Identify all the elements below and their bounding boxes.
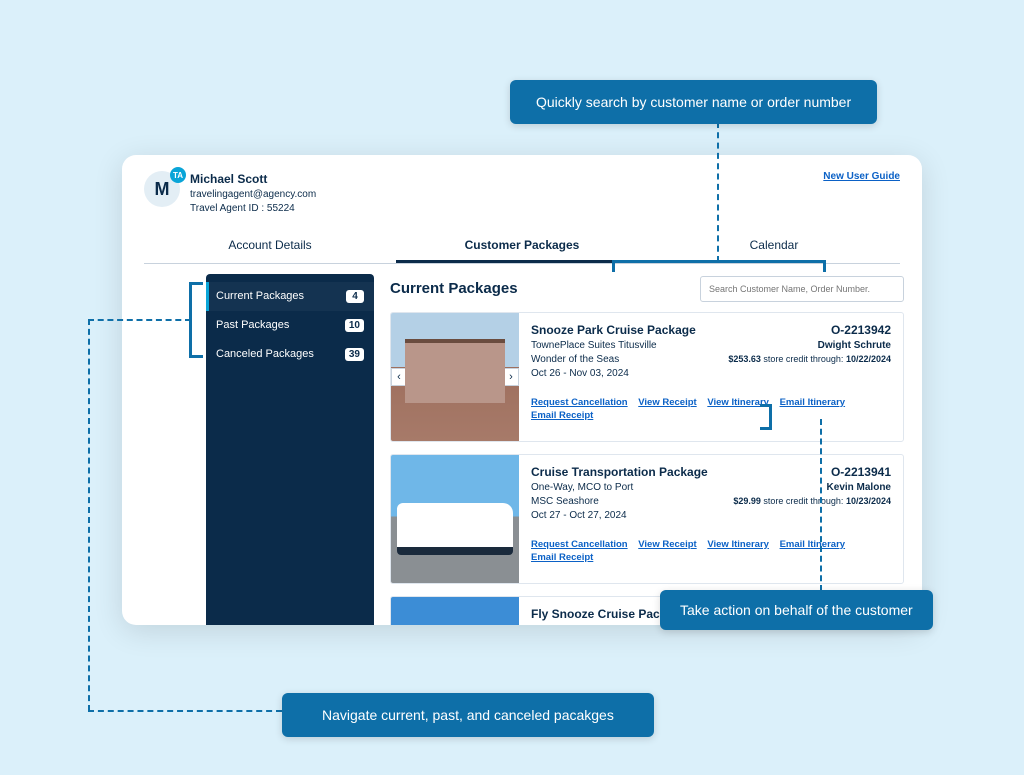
connector-actions-a <box>820 419 822 591</box>
main-panel: Current Packages ‹ › Snooze Park Cruise … <box>374 264 922 625</box>
sidebar-item-count: 39 <box>345 348 364 361</box>
sidebar-item-count: 10 <box>345 319 364 332</box>
sidebar-item-label: Current Packages <box>216 290 304 302</box>
new-user-guide-link[interactable]: New User Guide <box>823 171 900 216</box>
main-top-row: Current Packages <box>390 276 904 302</box>
package-location: One-Way, MCO to Port <box>531 482 633 493</box>
credit-label: store credit through: <box>763 354 843 364</box>
profile-name: Michael Scott <box>190 171 316 188</box>
body: Current Packages 4 Past Packages 10 Canc… <box>122 264 922 625</box>
package-ship: MSC Seashore <box>531 496 599 507</box>
package-thumbnail: ‹ › <box>391 313 519 441</box>
connector-sidebar-h2 <box>88 710 282 712</box>
sidebar-item-past-packages[interactable]: Past Packages 10 <box>206 311 374 340</box>
sidebar-item-current-packages[interactable]: Current Packages 4 <box>206 282 374 311</box>
package-name: Cruise Transportation Package <box>531 465 708 479</box>
tab-account-details[interactable]: Account Details <box>144 230 396 263</box>
credit-date: 10/23/2024 <box>846 496 891 506</box>
email-receipt-link[interactable]: Email Receipt <box>531 552 593 563</box>
package-actions: Request Cancellation View Receipt View I… <box>531 397 891 421</box>
package-dates: Oct 27 - Oct 27, 2024 <box>531 510 627 521</box>
package-actions: Request Cancellation View Receipt View I… <box>531 539 891 563</box>
package-card: Cruise Transportation Package O-2213941 … <box>390 454 904 584</box>
package-card-body: Snooze Park Cruise Package O-2213942 Tow… <box>519 313 903 441</box>
package-name: Snooze Park Cruise Package <box>531 323 696 337</box>
profile-email: travelingagent@agency.com <box>190 188 316 202</box>
view-receipt-link[interactable]: View Receipt <box>638 397 696 408</box>
credit-label: store credit through: <box>763 496 843 506</box>
view-itinerary-link[interactable]: View Itinerary <box>707 539 769 550</box>
credit-amount: $29.99 <box>733 496 761 506</box>
email-itinerary-link[interactable]: Email Itinerary <box>780 397 845 408</box>
profile-block: M TA Michael Scott travelingagent@agency… <box>144 171 316 216</box>
app-window: M TA Michael Scott travelingagent@agency… <box>122 155 922 625</box>
header: M TA Michael Scott travelingagent@agency… <box>122 155 922 224</box>
credit-amount: $253.63 <box>728 354 761 364</box>
profile-info: Michael Scott travelingagent@agency.com … <box>190 171 316 216</box>
avatar-badge: TA <box>170 167 186 183</box>
view-receipt-link[interactable]: View Receipt <box>638 539 696 550</box>
request-cancellation-link[interactable]: Request Cancellation <box>531 539 628 550</box>
order-number: O-2213942 <box>831 323 891 337</box>
package-card-body: Cruise Transportation Package O-2213941 … <box>519 455 903 583</box>
customer-name: Dwight Schrute <box>818 340 891 351</box>
thumb-next-button[interactable]: › <box>503 368 519 386</box>
sidebar-item-label: Canceled Packages <box>216 348 314 360</box>
customer-name: Kevin Malone <box>827 482 891 493</box>
bracket-actions <box>760 404 772 430</box>
email-itinerary-link[interactable]: Email Itinerary <box>780 539 845 550</box>
email-receipt-link[interactable]: Email Receipt <box>531 410 593 421</box>
avatar[interactable]: M TA <box>144 171 180 207</box>
connector-sidebar-v <box>88 319 90 711</box>
store-credit: $29.99 store credit through: 10/23/2024 <box>733 496 891 507</box>
tab-bar: Account Details Customer Packages Calend… <box>144 230 900 264</box>
profile-agent-id: Travel Agent ID : 55224 <box>190 202 316 216</box>
callout-search: Quickly search by customer name or order… <box>510 80 877 124</box>
sidebar-item-canceled-packages[interactable]: Canceled Packages 39 <box>206 340 374 369</box>
connector-sidebar-h1 <box>88 319 191 321</box>
search-input[interactable] <box>700 276 904 302</box>
store-credit: $253.63 store credit through: 10/22/2024 <box>728 354 891 365</box>
package-dates: Oct 26 - Nov 03, 2024 <box>531 368 629 379</box>
thumb-prev-button[interactable]: ‹ <box>391 368 407 386</box>
order-number: O-2213941 <box>831 465 891 479</box>
avatar-initial: M <box>155 179 170 200</box>
connector-search <box>717 122 719 262</box>
package-thumbnail <box>391 455 519 583</box>
sidebar-item-count: 4 <box>346 290 364 303</box>
package-thumbnail <box>391 597 519 625</box>
tab-customer-packages[interactable]: Customer Packages <box>396 230 648 263</box>
credit-date: 10/22/2024 <box>846 354 891 364</box>
request-cancellation-link[interactable]: Request Cancellation <box>531 397 628 408</box>
bracket-search <box>612 260 826 272</box>
tab-calendar[interactable]: Calendar <box>648 230 900 263</box>
callout-actions: Take action on behalf of the customer <box>660 590 933 630</box>
sidebar: Current Packages 4 Past Packages 10 Canc… <box>206 274 374 625</box>
package-ship: Wonder of the Seas <box>531 354 619 365</box>
callout-sidebar: Navigate current, past, and canceled pac… <box>282 693 654 737</box>
bracket-sidebar <box>189 282 203 358</box>
sidebar-item-label: Past Packages <box>216 319 289 331</box>
page-title: Current Packages <box>390 280 518 297</box>
package-card: ‹ › Snooze Park Cruise Package O-2213942… <box>390 312 904 442</box>
package-location: TownePlace Suites Titusville <box>531 340 657 351</box>
